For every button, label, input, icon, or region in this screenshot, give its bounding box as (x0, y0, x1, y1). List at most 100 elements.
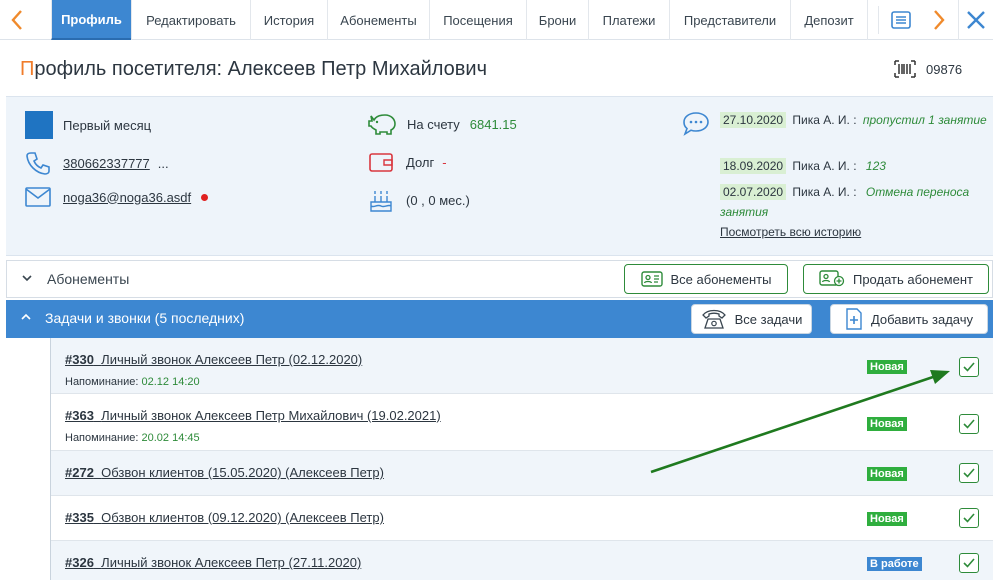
chevron-left-icon[interactable] (0, 0, 34, 40)
task-reminder: Напоминание: 02.12 14:20 (65, 376, 200, 388)
wallet-icon (369, 153, 393, 172)
phone-link[interactable]: 380662337777 (63, 156, 150, 171)
complete-task-checkbox[interactable] (959, 463, 979, 483)
task-number: #330 (65, 352, 94, 367)
all-abonements-label: Все абонементы (670, 271, 772, 287)
history-all-link[interactable]: Посмотреть всю историю (720, 225, 861, 239)
sell-abonement-button[interactable]: Продать абонемент (803, 264, 989, 294)
balance-value: 6841.15 (469, 116, 517, 132)
task-reminder: Напоминание: 20.02 14:45 (65, 432, 200, 444)
task-title: Обзвон клиентов (09.12.2020) (Алексеев П… (101, 510, 384, 525)
task-row[interactable]: #272 Обзвон клиентов (15.05.2020) (Алекс… (51, 451, 993, 496)
check-icon (963, 558, 975, 568)
check-icon (963, 468, 975, 478)
all-tasks-label: Все задачи (734, 311, 803, 327)
card-number: 09876 (894, 60, 962, 78)
task-row[interactable]: #330 Личный звонок Алексеев Петр (02.12.… (51, 338, 993, 394)
telephone-icon (701, 309, 726, 329)
page-title-text: рофиль посетителя: Алексеев Петр Михайло… (34, 58, 487, 80)
page-title-first-letter: П (20, 58, 35, 80)
tab-abonements[interactable]: Абонементы (327, 0, 429, 40)
birthday-value: (0 , 0 мес.) (406, 192, 470, 208)
close-icon[interactable] (958, 0, 993, 40)
menu-list-icon[interactable] (878, 6, 922, 34)
task-number: #326 (65, 555, 94, 570)
sell-abonement-label: Продать абонемент (852, 271, 973, 287)
email-icon (25, 187, 51, 207)
phone-more[interactable]: ... (158, 156, 169, 171)
history-author: Пика А. И. : (792, 185, 857, 199)
check-icon (963, 513, 975, 523)
task-reminder-time: 20.02 14:45 (141, 432, 200, 444)
status-badge: Новая (867, 360, 907, 374)
task-reminder-label: Напоминание: (65, 376, 139, 388)
tab-edit[interactable]: Редактировать (131, 0, 250, 40)
status-badge: Новая (867, 417, 907, 431)
history-entry: 18.09.2020 Пика А. И. : 123 (720, 156, 990, 176)
task-number: #363 (65, 408, 94, 423)
complete-task-checkbox[interactable] (959, 508, 979, 528)
task-list: #330 Личный звонок Алексеев Петр (02.12.… (50, 338, 993, 580)
tab-history[interactable]: История (250, 0, 327, 40)
history-note: пропустил 1 занятие (862, 113, 987, 127)
page-title: Профиль посетителя: Алексеев Петр Михайл… (20, 58, 487, 81)
debt-label: Долг (406, 154, 435, 170)
tab-bookings[interactable]: Брони (526, 0, 588, 40)
tab-profile[interactable]: Профиль (51, 0, 131, 40)
barcode-icon (894, 60, 916, 78)
id-card-icon (640, 271, 663, 287)
history-entry: 02.07.2020 Пика А. И. : Отмена переноса … (720, 182, 990, 222)
task-link[interactable]: #326 Личный звонок Алексеев Петр (27.11.… (65, 555, 361, 570)
task-reminder-time: 02.12 14:20 (141, 376, 200, 388)
task-title: Обзвон клиентов (15.05.2020) (Алексеев П… (101, 465, 384, 480)
phone-icon (26, 152, 50, 175)
complete-task-checkbox[interactable] (959, 553, 979, 573)
history-entry: 27.10.2020 Пика А. И. : пропустил 1 заня… (720, 110, 990, 130)
add-task-button[interactable]: Добавить задачу (830, 304, 988, 334)
email-link[interactable]: noga36@noga36.asdf (63, 190, 191, 205)
history-all-link-row: Посмотреть всю историю (720, 222, 990, 242)
task-row[interactable]: #363 Личный звонок Алексеев Петр Михайло… (51, 394, 993, 451)
all-abonements-button[interactable]: Все абонементы (624, 264, 788, 294)
task-title: Личный звонок Алексеев Петр (27.11.2020) (101, 555, 362, 570)
tab-payments[interactable]: Платежи (588, 0, 669, 40)
id-card-add-icon (819, 270, 845, 287)
complete-task-checkbox[interactable] (959, 357, 979, 377)
complete-task-checkbox[interactable] (959, 414, 979, 434)
visitor-info-panel: Первый месяц 380662337777 ... noga36@nog… (6, 96, 993, 256)
status-badge: В работе (867, 557, 922, 571)
all-tasks-button[interactable]: Все задачи (691, 304, 812, 334)
task-row[interactable]: #326 Личный звонок Алексеев Петр (27.11.… (51, 541, 993, 580)
abonements-section-label: Абонементы (47, 271, 130, 287)
chevron-down-icon[interactable] (21, 273, 33, 283)
task-title: Личный звонок Алексеев Петр Михайлович (… (101, 408, 441, 423)
tab-representatives[interactable]: Представители (669, 0, 790, 40)
level-color-square (25, 111, 53, 139)
history-date: 27.10.2020 (720, 112, 787, 128)
history-date: 18.09.2020 (720, 158, 787, 174)
add-document-icon (846, 308, 862, 330)
card-number-value: 09876 (926, 61, 963, 77)
task-link[interactable]: #272 Обзвон клиентов (15.05.2020) (Алекс… (65, 465, 384, 480)
tab-deposit[interactable]: Депозит (790, 0, 868, 40)
task-link[interactable]: #330 Личный звонок Алексеев Петр (02.12.… (65, 352, 362, 367)
task-link[interactable]: #335 Обзвон клиентов (09.12.2020) (Алекс… (65, 510, 384, 525)
add-task-label: Добавить задачу (870, 311, 974, 327)
history-note: 123 (865, 159, 886, 173)
comments-icon (683, 112, 709, 136)
top-tab-bar: Профиль Редактировать История Абонементы… (0, 0, 993, 40)
task-row[interactable]: #335 Обзвон клиентов (09.12.2020) (Алекс… (51, 496, 993, 541)
history-date: 02.07.2020 (720, 184, 787, 200)
history-author: Пика А. И. : (792, 159, 857, 173)
tab-visits[interactable]: Посещения (429, 0, 526, 40)
level-label: Первый месяц (63, 117, 152, 133)
abonements-section[interactable]: Абонементы Все абонементы Продать абонем… (6, 260, 993, 298)
check-icon (963, 362, 975, 372)
status-badge: Новая (867, 512, 907, 526)
task-reminder-label: Напоминание: (65, 432, 139, 444)
tasks-section-header[interactable]: Задачи и звонки (5 последних) Все задачи… (6, 300, 993, 338)
task-link[interactable]: #363 Личный звонок Алексеев Петр Михайло… (65, 408, 441, 423)
chevron-right-icon[interactable] (922, 0, 956, 40)
chevron-up-icon[interactable] (20, 312, 32, 322)
piggy-bank-icon (368, 114, 396, 135)
